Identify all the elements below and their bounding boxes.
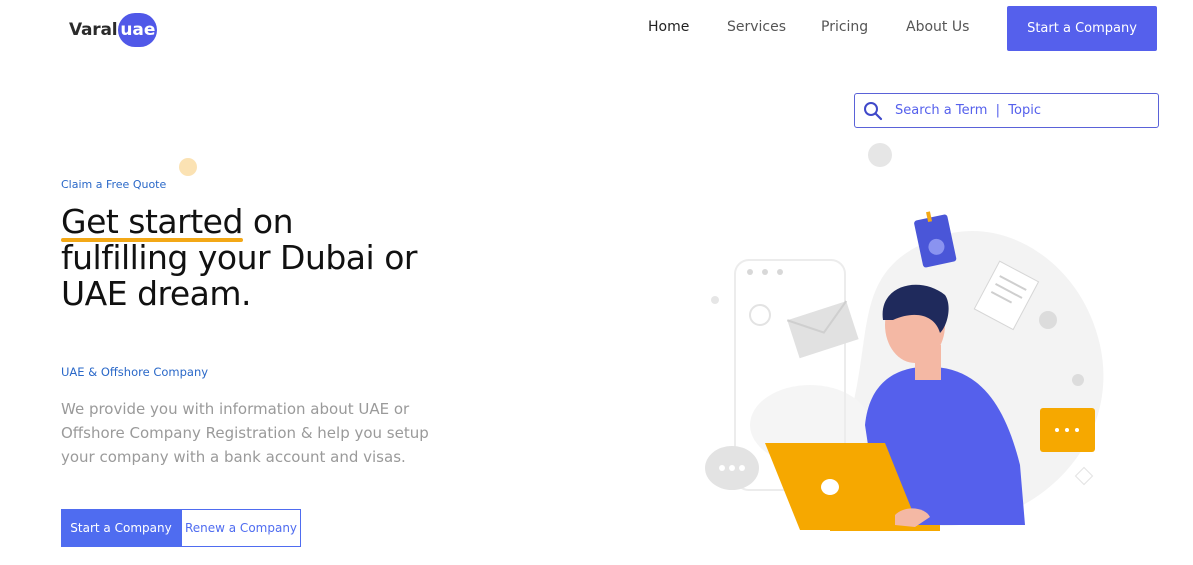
hero-title: Get started on fulfilling your Dubai or … [61,204,481,312]
nav-pricing[interactable]: Pricing [821,19,868,35]
logo[interactable]: Varal uae [69,13,158,47]
search-icon [864,101,883,120]
decorative-dot [179,158,197,176]
logo-text: Varal [69,20,118,40]
nav-about-us[interactable]: About Us [906,19,969,35]
logo-badge: uae [118,13,158,47]
hero-title-highlight: Get started [61,202,243,242]
hero-description: We provide you with information about UA… [61,400,429,466]
hero-title-line-3: UAE dream. [61,274,252,313]
start-company-button[interactable]: Start a Company [61,509,181,547]
nav-services[interactable]: Services [727,19,786,35]
hero-title-line-2: fulfilling your Dubai or [61,238,417,277]
claim-quote-link[interactable]: Claim a Free Quote [61,178,166,191]
nav-home[interactable]: Home [648,19,689,35]
renew-company-button[interactable]: Renew a Company [181,509,301,547]
start-company-header-button[interactable]: Start a Company [1007,6,1157,51]
hero-title-rest: on [242,202,294,241]
search-box[interactable] [854,93,1159,128]
hero-illustration [705,143,1104,531]
hero-sub-label: UAE & Offshore Company [61,365,209,379]
search-input[interactable] [895,103,1135,118]
